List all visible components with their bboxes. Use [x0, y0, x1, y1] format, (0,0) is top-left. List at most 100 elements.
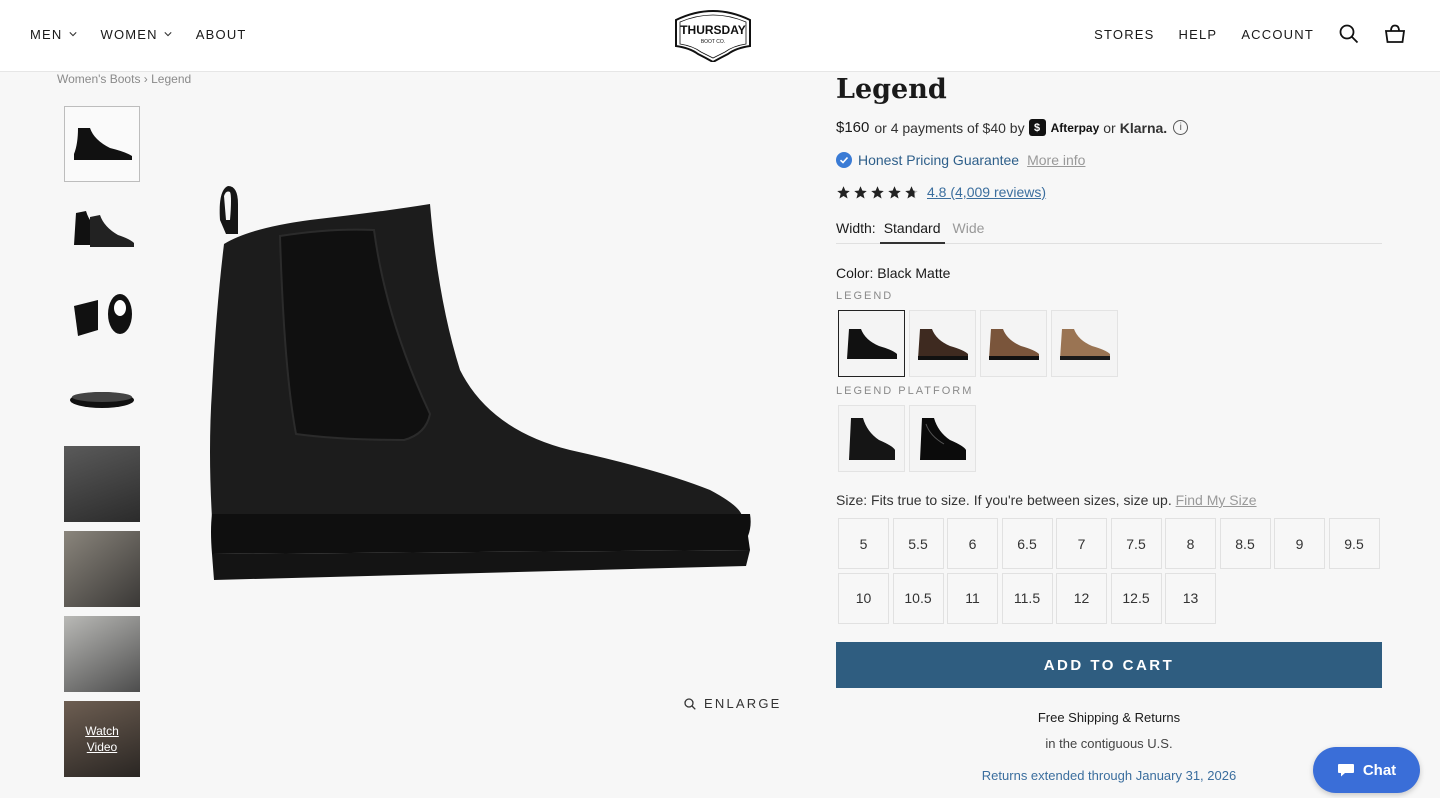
nav-women[interactable]: WOMEN [101, 27, 172, 42]
size-option[interactable]: 5.5 [892, 518, 944, 569]
nav-help-label: HELP [1178, 26, 1218, 42]
swatch-brown[interactable] [980, 310, 1047, 377]
nav-stores-label: STORES [1094, 26, 1155, 42]
width-option-standard[interactable]: Standard [879, 216, 945, 244]
breadcrumb-separator: › [143, 72, 148, 86]
more-info-link[interactable]: More info [1027, 152, 1085, 168]
thumbnail-side-view[interactable] [64, 106, 140, 182]
boot-swatch-image [919, 417, 966, 460]
main-product-image[interactable] [190, 170, 770, 600]
info-icon[interactable]: i [1173, 120, 1189, 135]
thumbnail-top-view[interactable] [64, 276, 140, 352]
watch-video-label[interactable]: Watch Video [64, 723, 140, 755]
size-option[interactable]: 11 [947, 572, 998, 624]
width-label: Width: [836, 220, 876, 236]
nav-help[interactable]: HELP [1179, 27, 1218, 42]
boot-swatch-image [1059, 328, 1110, 360]
utility-nav: STORES HELP ACCOUNT [1094, 0, 1406, 68]
size-option[interactable]: 9 [1274, 518, 1325, 569]
thursday-boot-logo[interactable]: THURSDAY BOOT CO. [670, 6, 756, 62]
pricing-guarantee: Honest Pricing Guarantee More info [836, 152, 1085, 168]
product-price: $160 [836, 119, 870, 136]
size-option[interactable]: 13 [1165, 572, 1216, 624]
size-option[interactable]: 10.5 [892, 572, 944, 624]
afterpay-label: Afterpay [1050, 120, 1100, 135]
reviews-link[interactable]: 4.8 (4,009 reviews) [927, 184, 1046, 200]
boot-image [74, 211, 134, 247]
size-option[interactable]: 7.5 [1110, 518, 1162, 569]
swatch-platform-black[interactable] [909, 405, 976, 472]
width-option-wide[interactable]: Wide [949, 216, 989, 244]
enlarge-button[interactable]: ENLARGE [684, 696, 782, 711]
swatch-platform-black-matte[interactable] [838, 405, 905, 472]
nav-men[interactable]: MEN [30, 27, 77, 42]
boot-image [74, 294, 132, 336]
cart-bag-icon[interactable] [1384, 23, 1406, 45]
nav-account-label: ACCOUNT [1241, 26, 1314, 42]
star-icon [888, 185, 901, 198]
boot-image [70, 392, 134, 408]
star-icon [854, 185, 867, 198]
primary-nav: MEN WOMEN ABOUT [30, 0, 247, 68]
color-group-platform-label: LEGEND PLATFORM [836, 385, 974, 397]
or-text: or [1103, 119, 1116, 136]
chevron-down-icon [164, 32, 172, 37]
nav-account[interactable]: ACCOUNT [1241, 27, 1314, 42]
thumbnail-strip: Watch Video [64, 106, 140, 786]
returns-notice[interactable]: Returns extended through January 31, 202… [836, 768, 1382, 783]
swatch-dark-brown[interactable] [909, 310, 976, 377]
size-option[interactable]: 10 [838, 572, 889, 624]
size-option[interactable]: 6.5 [1001, 518, 1053, 569]
size-option[interactable]: 12.5 [1110, 572, 1162, 624]
color-swatches-platform [838, 405, 976, 472]
size-option[interactable]: 11.5 [1001, 572, 1053, 624]
afterpay-icon: $ [1028, 119, 1046, 136]
size-option[interactable]: 8.5 [1219, 518, 1271, 569]
watch-video-line1: Watch [85, 724, 119, 738]
size-option[interactable]: 8 [1165, 518, 1216, 569]
size-guidance-text: Size: Fits true to size. If you're betwe… [836, 492, 1172, 508]
nav-men-label: MEN [30, 26, 63, 42]
add-to-cart-button[interactable]: ADD TO CART [836, 642, 1382, 688]
size-option[interactable]: 5 [838, 518, 889, 569]
swatch-black-matte[interactable] [838, 310, 905, 377]
thumbnail-lifestyle-2[interactable] [64, 531, 140, 607]
find-my-size-link[interactable]: Find My Size [1176, 492, 1257, 508]
thumbnail-lifestyle-3[interactable] [64, 616, 140, 692]
boot-swatch-image [988, 328, 1039, 360]
size-option[interactable]: 6 [947, 518, 998, 569]
breadcrumb-parent[interactable]: Women's Boots [57, 72, 140, 86]
width-selector: Width: Standard Wide [836, 216, 1382, 244]
color-group-legend-label: LEGEND [836, 290, 894, 302]
chat-bubble-icon [1337, 764, 1354, 777]
size-option[interactable]: 7 [1056, 518, 1107, 569]
star-icon [871, 185, 884, 198]
price-line: $160 or 4 payments of $40 by $ Afterpay … [836, 119, 1189, 136]
nav-stores[interactable]: STORES [1094, 27, 1154, 42]
size-guidance: Size: Fits true to size. If you're betwe… [836, 492, 1257, 508]
thumbnail-watch-video[interactable]: Watch Video [64, 701, 140, 777]
shipping-subtitle: in the contiguous U.S. [1045, 736, 1173, 751]
nav-about-label: ABOUT [195, 26, 247, 42]
size-option[interactable]: 9.5 [1328, 518, 1380, 569]
color-label-prefix: Color: [836, 265, 874, 281]
thumbnail-lifestyle-1[interactable] [64, 446, 140, 522]
rating-row: 4.8 (4,009 reviews) [836, 184, 1046, 200]
chat-button[interactable]: Chat [1313, 747, 1420, 793]
nav-women-label: WOMEN [100, 26, 158, 42]
thumbnail-pair-view[interactable] [64, 191, 140, 267]
installments-text: or 4 payments of $40 by [874, 119, 1025, 136]
size-option[interactable]: 12 [1056, 572, 1107, 624]
klarna-label[interactable]: Klarna. [1120, 120, 1167, 136]
search-icon[interactable] [1338, 23, 1360, 45]
star-icon [837, 185, 850, 198]
enlarge-label: ENLARGE [704, 696, 782, 711]
shipping-title: Free Shipping & Returns [1037, 710, 1181, 725]
nav-about[interactable]: ABOUT [196, 27, 247, 42]
boot-image [74, 128, 132, 160]
boot-swatch-image [848, 417, 895, 460]
color-label: Color: Black Matte [836, 265, 950, 281]
swatch-tan[interactable] [1051, 310, 1118, 377]
afterpay-badge[interactable]: $ Afterpay [1028, 119, 1100, 136]
thumbnail-sole-view[interactable] [64, 361, 140, 437]
